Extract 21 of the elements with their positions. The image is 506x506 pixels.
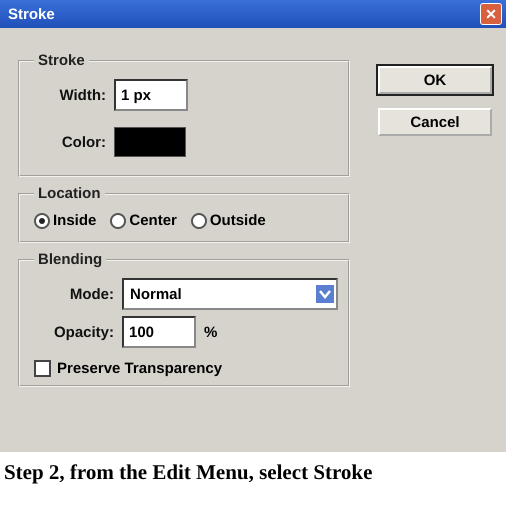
mode-label: Mode:	[68, 286, 114, 302]
opacity-field[interactable]: 100	[122, 316, 196, 348]
radio-option[interactable]: Inside	[34, 212, 96, 229]
radio-option[interactable]: Center	[110, 212, 177, 229]
width-label: Width:	[58, 86, 106, 104]
width-field[interactable]: 1 px	[114, 79, 188, 111]
caption: Step 2, from the Edit Menu, select Stroke	[3, 459, 374, 485]
group-title: Location	[37, 185, 102, 202]
color-label: Color:	[60, 134, 106, 150]
radio-option[interactable]: Outside	[190, 212, 266, 229]
mode-dropdown[interactable]: Normal	[122, 278, 338, 310]
color-swatch[interactable]	[114, 127, 186, 157]
window-title: Stroke	[8, 6, 55, 22]
close-button[interactable]: ×	[480, 3, 502, 25]
opacity-label: Opacity:	[52, 324, 114, 340]
ok-button[interactable]: OK	[378, 66, 492, 94]
cancel-button[interactable]: Cancel	[378, 108, 492, 136]
preserve-checkbox[interactable]: Preserve Transparency	[34, 360, 338, 377]
percent-label: %	[204, 324, 218, 340]
group-title: Stroke	[37, 52, 86, 69]
group-title: Blending	[37, 251, 104, 268]
